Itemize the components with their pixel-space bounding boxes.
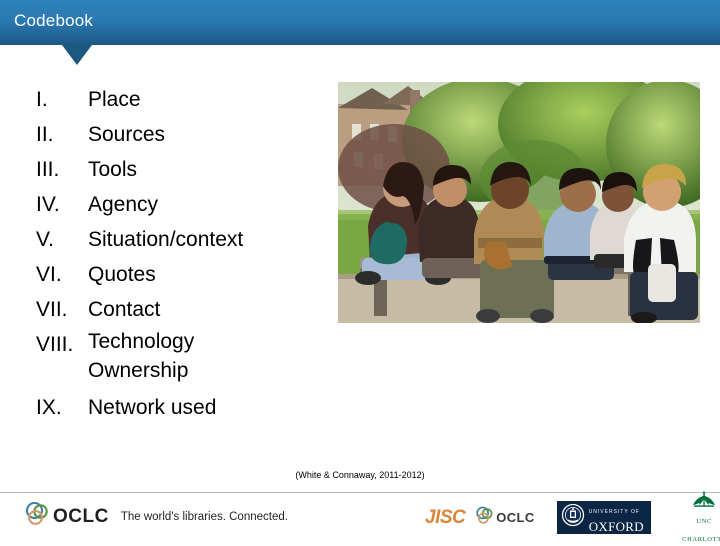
slide-header: Codebook [0, 0, 720, 45]
oxford-logo: UNIVERSITY OF OXFORD [556, 500, 651, 536]
oclc-partner-logo: OCLC [475, 506, 534, 530]
oclc-partner-wordmark: OCLC [496, 510, 535, 525]
list-item-label: Technology Ownership [88, 330, 195, 382]
list-item: VIII. Technology Ownership [36, 327, 326, 390]
list-item-numeral: II. [36, 123, 54, 146]
oclc-brand: OCLC The world's libraries. Connected. [24, 501, 288, 532]
list-item-label: Agency [88, 193, 159, 216]
list-item: V. Situation/context [36, 222, 326, 257]
list-item: I. Place [36, 82, 326, 117]
codebook-list: I. Place II. Sources III. Tools IV. Agen… [36, 82, 326, 425]
partner-logos: JISC OCLC UNIVERSITY OF OXFORD UNC CHARL… [425, 490, 720, 543]
unc-charlotte-wordmark: UNC CHARLOTTE [682, 517, 720, 543]
list-item: IX. Network used [36, 390, 326, 425]
list-item-numeral: VIII. [36, 333, 74, 356]
list-item-label: Quotes [88, 263, 156, 286]
list-item-numeral: VII. [36, 298, 68, 321]
list-item-label: Contact [88, 298, 161, 321]
oxford-crest-icon [561, 503, 585, 532]
jisc-logo: JISC [425, 506, 466, 528]
list-item-numeral: I. [36, 88, 48, 111]
list-item-numeral: IX. [36, 396, 62, 419]
oclc-logo-icon-small [475, 506, 494, 530]
list-item: VII. Contact [36, 292, 326, 327]
header-notch-triangle [62, 45, 92, 65]
citation-text: (White & Connaway, 2011-2012) [295, 470, 425, 480]
list-item-label: Sources [88, 123, 166, 146]
list-item-label: Place [88, 88, 141, 111]
footer-bar: OCLC The world's libraries. Connected. J… [0, 490, 720, 543]
list-item: II. Sources [36, 117, 326, 152]
list-item: VI. Quotes [36, 257, 326, 292]
list-item-label: Network used [88, 396, 217, 419]
list-item-label: Situation/context [88, 228, 244, 251]
oxford-text: UNIVERSITY OF OXFORD [589, 500, 651, 536]
list-item-label: Tools [88, 158, 138, 181]
list-item-numeral: III. [36, 158, 60, 181]
oclc-wordmark: OCLC [53, 505, 109, 527]
list-item-numeral: IV. [36, 193, 60, 216]
photo-illustration [338, 82, 700, 323]
oclc-logo-icon [24, 501, 50, 532]
students-on-bench-photo [338, 82, 700, 323]
list-item-numeral: V. [36, 228, 54, 251]
oxford-subtitle: UNIVERSITY OF [588, 508, 640, 515]
oxford-wordmark: OXFORD [588, 518, 644, 534]
list-item: III. Tools [36, 152, 326, 187]
list-item-numeral: VI. [36, 263, 62, 286]
unc-crown-icon [677, 490, 720, 510]
oclc-tagline: The world's libraries. Connected. [120, 510, 288, 523]
page-title: Codebook [14, 11, 94, 30]
list-item: IV. Agency [36, 187, 326, 222]
unc-charlotte-logo: UNC CHARLOTTE [677, 490, 720, 546]
